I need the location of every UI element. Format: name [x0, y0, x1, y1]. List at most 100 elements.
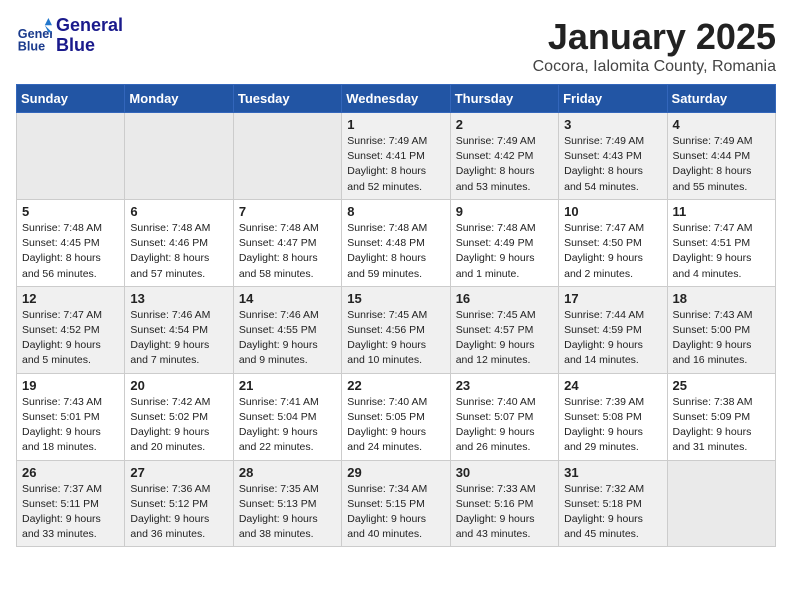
- day-number: 11: [673, 204, 770, 219]
- day-number: 26: [22, 465, 119, 480]
- day-number: 25: [673, 378, 770, 393]
- day-info: Sunrise: 7:47 AM Sunset: 4:52 PM Dayligh…: [22, 308, 119, 369]
- day-number: 20: [130, 378, 227, 393]
- calendar-day-cell: [17, 113, 125, 200]
- calendar-day-cell: 5Sunrise: 7:48 AM Sunset: 4:45 PM Daylig…: [17, 199, 125, 286]
- day-number: 12: [22, 291, 119, 306]
- calendar-day-cell: 14 Sunrise: 7:46 AM Sunset: 4:55 PM Dayli…: [233, 286, 341, 373]
- day-header-saturday: Saturday: [667, 85, 775, 113]
- day-number: 27: [130, 465, 227, 480]
- calendar-day-cell: 9 Sunrise: 7:48 AM Sunset: 4:49 PM Daylig…: [450, 199, 558, 286]
- day-info: Sunrise: 7:40 AM Sunset: 5:05 PM Dayligh…: [347, 395, 444, 456]
- calendar-day-cell: 13 Sunrise: 7:46 AM Sunset: 4:54 PM Dayli…: [125, 286, 233, 373]
- day-info: Sunrise: 7:43 AM Sunset: 5:00 PM Dayligh…: [673, 308, 770, 369]
- calendar-day-cell: 27Sunrise: 7:36 AM Sunset: 5:12 PM Dayli…: [125, 460, 233, 547]
- day-info: Sunrise: 7:49 AM Sunset: 4:43 PM Dayligh…: [564, 134, 661, 195]
- day-info: Sunrise: 7:46 AM Sunset: 4:54 PM Dayligh…: [130, 308, 227, 369]
- calendar-day-cell: 12 Sunrise: 7:47 AM Sunset: 4:52 PM Dayli…: [17, 286, 125, 373]
- day-number: 15: [347, 291, 444, 306]
- day-info: Sunrise: 7:42 AM Sunset: 5:02 PM Dayligh…: [130, 395, 227, 456]
- calendar-day-cell: 26 Sunrise: 7:37 AM Sunset: 5:11 PM Dayli…: [17, 460, 125, 547]
- month-title: January 2025: [533, 16, 776, 58]
- day-info: Sunrise: 7:33 AM Sunset: 5:16 PM Dayligh…: [456, 482, 553, 543]
- day-info: Sunrise: 7:46 AM Sunset: 4:55 PM Dayligh…: [239, 308, 336, 369]
- day-number: 5: [22, 204, 119, 219]
- day-info: Sunrise: 7:49 AM Sunset: 4:44 PM Dayligh…: [673, 134, 770, 195]
- day-info: Sunrise: 7:48 AM Sunset: 4:49 PM Dayligh…: [456, 221, 553, 282]
- calendar-day-cell: 4 Sunrise: 7:49 AM Sunset: 4:44 PM Daylig…: [667, 113, 775, 200]
- calendar-day-cell: [125, 113, 233, 200]
- calendar-day-cell: 3 Sunrise: 7:49 AM Sunset: 4:43 PM Daylig…: [559, 113, 667, 200]
- day-number: 24: [564, 378, 661, 393]
- calendar-day-cell: 16Sunrise: 7:45 AM Sunset: 4:57 PM Dayli…: [450, 286, 558, 373]
- day-number: 23: [456, 378, 553, 393]
- day-info: Sunrise: 7:48 AM Sunset: 4:46 PM Dayligh…: [130, 221, 227, 282]
- day-number: 4: [673, 117, 770, 132]
- day-number: 1: [347, 117, 444, 132]
- day-number: 31: [564, 465, 661, 480]
- day-number: 22: [347, 378, 444, 393]
- day-info: Sunrise: 7:49 AM Sunset: 4:41 PM Dayligh…: [347, 134, 444, 195]
- calendar-day-cell: 29Sunrise: 7:34 AM Sunset: 5:15 PM Dayli…: [342, 460, 450, 547]
- day-info: Sunrise: 7:34 AM Sunset: 5:15 PM Dayligh…: [347, 482, 444, 543]
- logo-text: General Blue: [56, 16, 123, 56]
- day-header-monday: Monday: [125, 85, 233, 113]
- day-number: 10: [564, 204, 661, 219]
- calendar-day-cell: 8 Sunrise: 7:48 AM Sunset: 4:48 PM Daylig…: [342, 199, 450, 286]
- day-number: 7: [239, 204, 336, 219]
- title-block: January 2025 Cocora, Ialomita County, Ro…: [533, 16, 776, 76]
- day-header-friday: Friday: [559, 85, 667, 113]
- calendar-day-cell: 20 Sunrise: 7:42 AM Sunset: 5:02 PM Dayli…: [125, 373, 233, 460]
- day-info: Sunrise: 7:38 AM Sunset: 5:09 PM Dayligh…: [673, 395, 770, 456]
- day-header-wednesday: Wednesday: [342, 85, 450, 113]
- logo: General Blue General Blue: [16, 16, 123, 56]
- location-subtitle: Cocora, Ialomita County, Romania: [533, 58, 776, 76]
- calendar-day-cell: 7Sunrise: 7:48 AM Sunset: 4:47 PM Daylig…: [233, 199, 341, 286]
- calendar-week-row: 5Sunrise: 7:48 AM Sunset: 4:45 PM Daylig…: [17, 199, 776, 286]
- day-number: 3: [564, 117, 661, 132]
- day-number: 14: [239, 291, 336, 306]
- day-header-sunday: Sunday: [17, 85, 125, 113]
- day-info: Sunrise: 7:39 AM Sunset: 5:08 PM Dayligh…: [564, 395, 661, 456]
- calendar-day-cell: 25 Sunrise: 7:38 AM Sunset: 5:09 PM Dayli…: [667, 373, 775, 460]
- day-info: Sunrise: 7:37 AM Sunset: 5:11 PM Dayligh…: [22, 482, 119, 543]
- calendar-day-cell: 28Sunrise: 7:35 AM Sunset: 5:13 PM Dayli…: [233, 460, 341, 547]
- calendar-day-cell: 10 Sunrise: 7:47 AM Sunset: 4:50 PM Dayli…: [559, 199, 667, 286]
- calendar-day-cell: 24 Sunrise: 7:39 AM Sunset: 5:08 PM Dayli…: [559, 373, 667, 460]
- calendar-day-cell: 1 Sunrise: 7:49 AM Sunset: 4:41 PM Daylig…: [342, 113, 450, 200]
- day-info: Sunrise: 7:47 AM Sunset: 4:50 PM Dayligh…: [564, 221, 661, 282]
- calendar-day-cell: 18 Sunrise: 7:43 AM Sunset: 5:00 PM Dayli…: [667, 286, 775, 373]
- day-number: 28: [239, 465, 336, 480]
- calendar-day-cell: 6 Sunrise: 7:48 AM Sunset: 4:46 PM Daylig…: [125, 199, 233, 286]
- calendar-day-cell: 31Sunrise: 7:32 AM Sunset: 5:18 PM Dayli…: [559, 460, 667, 547]
- day-number: 18: [673, 291, 770, 306]
- day-number: 21: [239, 378, 336, 393]
- day-header-thursday: Thursday: [450, 85, 558, 113]
- calendar-day-cell: 23Sunrise: 7:40 AM Sunset: 5:07 PM Dayli…: [450, 373, 558, 460]
- day-info: Sunrise: 7:48 AM Sunset: 4:48 PM Dayligh…: [347, 221, 444, 282]
- day-number: 13: [130, 291, 227, 306]
- day-number: 6: [130, 204, 227, 219]
- calendar-day-cell: [233, 113, 341, 200]
- day-info: Sunrise: 7:44 AM Sunset: 4:59 PM Dayligh…: [564, 308, 661, 369]
- day-info: Sunrise: 7:47 AM Sunset: 4:51 PM Dayligh…: [673, 221, 770, 282]
- calendar-day-cell: 30 Sunrise: 7:33 AM Sunset: 5:16 PM Dayli…: [450, 460, 558, 547]
- day-number: 17: [564, 291, 661, 306]
- day-info: Sunrise: 7:41 AM Sunset: 5:04 PM Dayligh…: [239, 395, 336, 456]
- day-number: 9: [456, 204, 553, 219]
- page-header: General Blue General Blue January 2025 C…: [16, 16, 776, 76]
- day-number: 30: [456, 465, 553, 480]
- logo-line1: General: [56, 16, 123, 36]
- calendar-table: SundayMondayTuesdayWednesdayThursdayFrid…: [16, 84, 776, 547]
- calendar-week-row: 26 Sunrise: 7:37 AM Sunset: 5:11 PM Dayli…: [17, 460, 776, 547]
- day-number: 8: [347, 204, 444, 219]
- day-info: Sunrise: 7:49 AM Sunset: 4:42 PM Dayligh…: [456, 134, 553, 195]
- calendar-day-cell: 17 Sunrise: 7:44 AM Sunset: 4:59 PM Dayli…: [559, 286, 667, 373]
- calendar-day-cell: 22 Sunrise: 7:40 AM Sunset: 5:05 PM Dayli…: [342, 373, 450, 460]
- day-info: Sunrise: 7:43 AM Sunset: 5:01 PM Dayligh…: [22, 395, 119, 456]
- calendar-day-cell: 2Sunrise: 7:49 AM Sunset: 4:42 PM Daylig…: [450, 113, 558, 200]
- day-number: 19: [22, 378, 119, 393]
- logo-line2: Blue: [56, 36, 123, 56]
- calendar-day-cell: 21 Sunrise: 7:41 AM Sunset: 5:04 PM Dayli…: [233, 373, 341, 460]
- day-info: Sunrise: 7:45 AM Sunset: 4:57 PM Dayligh…: [456, 308, 553, 369]
